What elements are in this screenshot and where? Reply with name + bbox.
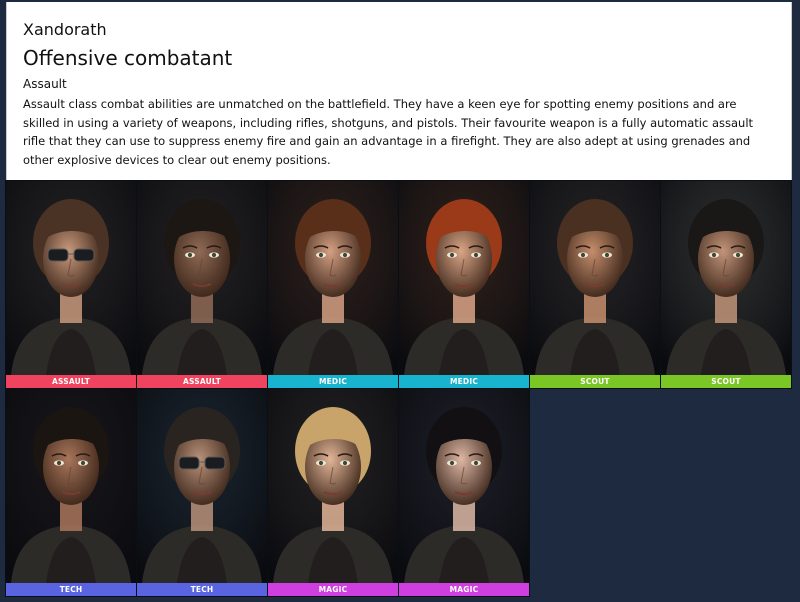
class-label-magic: MAGIC (399, 583, 529, 596)
character-card-scout[interactable]: SCOUT (660, 180, 792, 389)
character-portrait (268, 181, 398, 375)
class-name: Assault (23, 77, 67, 91)
class-label-assault: ASSAULT (137, 375, 267, 388)
character-portrait (399, 389, 529, 583)
character-portrait (6, 181, 136, 375)
character-card-tech[interactable]: TECH (5, 388, 137, 597)
character-card-magic[interactable]: MAGIC (398, 388, 530, 597)
class-label-tech: TECH (6, 583, 136, 596)
class-label-tech: TECH (137, 583, 267, 596)
character-card-scout[interactable]: SCOUT (529, 180, 661, 389)
character-card-assault[interactable]: ASSAULT (136, 180, 268, 389)
character-card-magic[interactable]: MAGIC (267, 388, 399, 597)
character-portrait (6, 389, 136, 583)
character-portrait (661, 181, 791, 375)
class-label-medic: MEDIC (399, 375, 529, 388)
class-label-scout: SCOUT (661, 375, 791, 388)
class-label-scout: SCOUT (530, 375, 660, 388)
character-portrait (399, 181, 529, 375)
class-label-assault: ASSAULT (6, 375, 136, 388)
class-description: Assault class combat abilities are unmat… (23, 97, 754, 167)
page-title: Offensive combatant (23, 46, 233, 70)
class-label-medic: MEDIC (268, 375, 398, 388)
character-portrait (137, 181, 267, 375)
class-info-panel: Xandorath Offensive combatant Assault As… (6, 2, 792, 180)
character-portrait (137, 389, 267, 583)
character-portrait (530, 181, 660, 375)
character-card-medic[interactable]: MEDIC (398, 180, 530, 389)
class-label-magic: MAGIC (268, 583, 398, 596)
character-grid: ASSAULT ASSAULT MEDIC MEDIC SCOUT SCOUT TECH TE… (5, 180, 792, 597)
character-card-tech[interactable]: TECH (136, 388, 268, 597)
character-card-medic[interactable]: MEDIC (267, 180, 399, 389)
character-portrait (268, 389, 398, 583)
brand-name: Xandorath (23, 20, 107, 39)
character-card-assault[interactable]: ASSAULT (5, 180, 137, 389)
app-frame: Xandorath Offensive combatant Assault As… (0, 0, 800, 602)
